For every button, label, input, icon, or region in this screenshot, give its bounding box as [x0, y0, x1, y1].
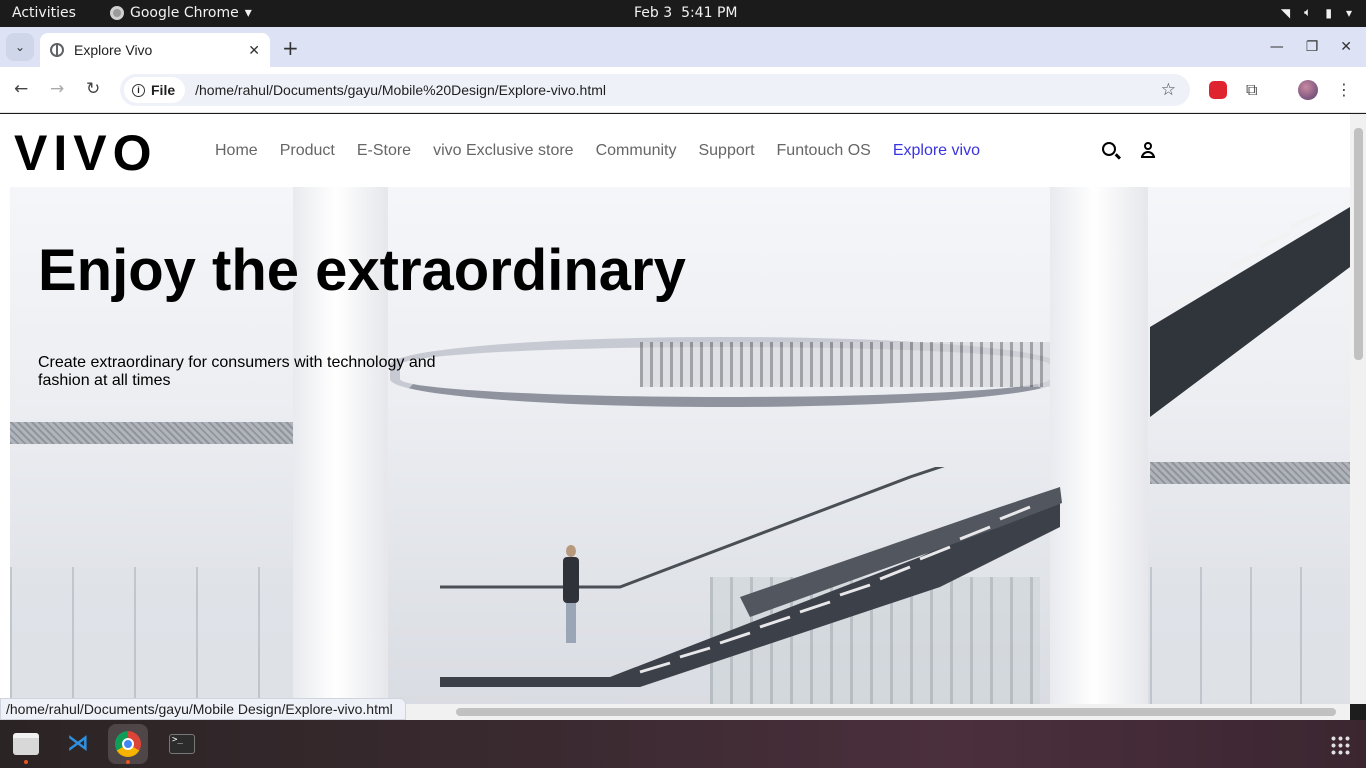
battery-icon: ▮ — [1325, 5, 1332, 20]
nav-home[interactable]: Home — [215, 142, 258, 160]
files-icon — [13, 733, 39, 755]
nav-exclusive-store[interactable]: vivo Exclusive store — [433, 142, 574, 160]
minimize-icon[interactable]: — — [1270, 39, 1284, 55]
hero-image-person — [562, 545, 580, 645]
address-bar[interactable]: i File /home/rahul/Documents/gayu/Mobile… — [120, 74, 1190, 106]
chrome-icon — [115, 731, 141, 757]
globe-icon — [50, 43, 64, 57]
dock-vscode[interactable]: ⋊ — [58, 724, 98, 764]
volume-icon: 🔈︎ — [1304, 5, 1312, 19]
info-icon: i — [132, 83, 145, 97]
dock-terminal[interactable]: >_ — [162, 724, 202, 764]
app-menu[interactable]: Google Chrome ▾ — [110, 5, 252, 21]
vertical-scrollbar[interactable] — [1350, 114, 1366, 704]
user-icon[interactable] — [1140, 142, 1156, 160]
more-menu-icon[interactable]: ⋮ — [1336, 80, 1352, 99]
chrome-icon — [110, 6, 124, 20]
url-text[interactable]: /home/rahul/Documents/gayu/Mobile%20Desi… — [195, 82, 606, 98]
hero-image-glass-left — [10, 567, 300, 704]
activities-button[interactable]: Activities — [12, 5, 76, 21]
horizontal-scrollbar-thumb[interactable] — [456, 708, 1336, 716]
tab-title: Explore Vivo — [74, 42, 153, 58]
window-controls: — ❐ ✕ — [1270, 27, 1366, 67]
clock[interactable]: Feb 3 5:41 PM — [634, 5, 737, 21]
nav-estore[interactable]: E-Store — [357, 142, 411, 160]
caret-down-icon: ▾ — [1345, 5, 1352, 20]
forward-icon[interactable]: → — [50, 79, 64, 99]
tab-search-button[interactable]: ⌄ — [6, 33, 34, 61]
system-top-bar: Activities Google Chrome ▾ Feb 3 5:41 PM… — [0, 0, 1366, 27]
show-apps-icon[interactable] — [1330, 735, 1350, 755]
nav-explore-vivo[interactable]: Explore vivo — [893, 142, 980, 160]
nav-product[interactable]: Product — [280, 142, 335, 160]
hero-subtitle: Create extraordinary for consumers with … — [38, 354, 436, 389]
hero-title: Enjoy the extraordinary — [38, 238, 686, 303]
system-tray[interactable]: ◥ 🔈︎ ▮ ▾ — [1281, 5, 1352, 20]
window-close-icon[interactable]: ✕ — [1340, 39, 1352, 55]
nav-funtouch-os[interactable]: Funtouch OS — [777, 142, 871, 160]
extension-red-icon[interactable] — [1209, 81, 1227, 99]
site-info-chip[interactable]: i File — [124, 77, 186, 103]
dock: ⋊ >_ — [0, 720, 1366, 768]
chevron-down-icon: ⌄ — [14, 40, 26, 54]
vertical-scrollbar-thumb[interactable] — [1354, 128, 1363, 360]
hero-image-upper-staircase — [1150, 207, 1350, 417]
clock-date: Feb 3 — [634, 5, 673, 21]
terminal-icon: >_ — [169, 734, 195, 754]
app-menu-label: Google Chrome — [130, 5, 239, 21]
wifi-icon: ◥ — [1280, 5, 1291, 20]
status-bubble: /home/rahul/Documents/gayu/Mobile Design… — [0, 698, 406, 720]
clock-time: 5:41 PM — [681, 5, 738, 21]
close-icon[interactable]: ✕ — [248, 42, 260, 59]
dock-files[interactable] — [6, 724, 46, 764]
page-viewport: VIVO Home Product E-Store vivo Exclusive… — [0, 114, 1350, 704]
site-info-label: File — [151, 82, 176, 98]
tab-strip: ⌄ Explore Vivo ✕ + — ❐ ✕ — [0, 27, 1366, 67]
caret-down-icon: ▾ — [244, 5, 252, 21]
vscode-icon: ⋊ — [67, 731, 89, 756]
restore-icon[interactable]: ❐ — [1306, 39, 1319, 55]
extensions-icon[interactable]: ⧉ — [1246, 80, 1257, 100]
dock-chrome[interactable] — [108, 724, 148, 764]
new-tab-button[interactable]: + — [282, 36, 299, 60]
browser-toolbar: ← → ↻ i File /home/rahul/Documents/gayu/… — [0, 67, 1366, 113]
site-nav: Home Product E-Store vivo Exclusive stor… — [215, 142, 980, 160]
hero-image-band-left — [10, 422, 300, 444]
site-logo[interactable]: VIVO — [14, 124, 157, 182]
profile-avatar[interactable] — [1298, 80, 1318, 100]
nav-support[interactable]: Support — [698, 142, 754, 160]
hero-banner: Enjoy the extraordinary Create extraordi… — [10, 187, 1350, 704]
hero-image-slats — [640, 342, 1050, 387]
search-icon[interactable] — [1102, 142, 1116, 156]
nav-community[interactable]: Community — [596, 142, 677, 160]
tab-explore-vivo[interactable]: Explore Vivo ✕ — [40, 33, 270, 67]
bookmark-star-icon[interactable]: ☆ — [1161, 80, 1176, 100]
reload-icon[interactable]: ↻ — [86, 79, 100, 99]
back-icon[interactable]: ← — [14, 79, 28, 99]
